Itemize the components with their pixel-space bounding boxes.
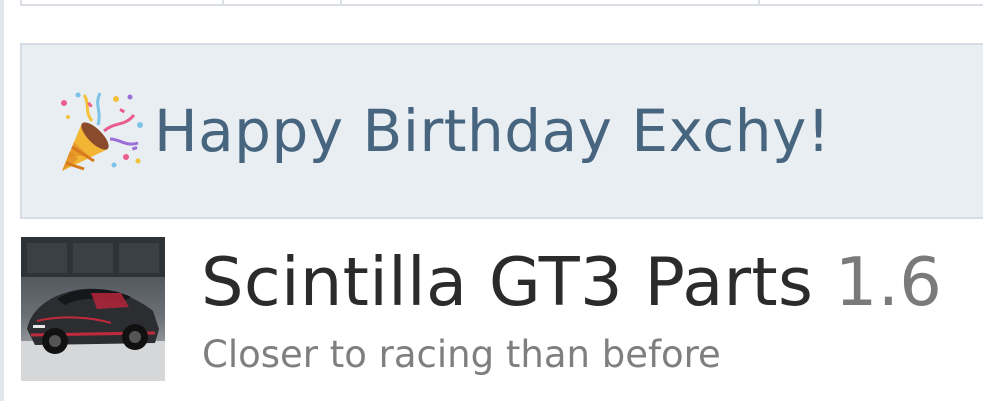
tab-strip	[20, 0, 983, 6]
resource-header: Scintilla GT3 Parts 1.6 Closer to racing…	[21, 237, 983, 387]
race-car-thumbnail	[21, 237, 165, 381]
resource-thumbnail[interactable]	[21, 237, 165, 381]
resource-version: 1.6	[834, 243, 943, 321]
left-border	[0, 0, 4, 401]
party-popper-icon	[61, 92, 143, 171]
page: Happy Birthday Exchy! Scintilla GT3 Part…	[0, 0, 983, 401]
tab-divider	[340, 0, 342, 4]
tab-divider	[758, 0, 760, 4]
resource-title: Scintilla GT3 Parts 1.6	[201, 243, 942, 321]
birthday-banner: Happy Birthday Exchy!	[20, 43, 983, 219]
tab-divider	[222, 0, 224, 4]
banner-text: Happy Birthday Exchy!	[154, 97, 831, 165]
resource-tagline: Closer to racing than before	[202, 333, 721, 376]
resource-name: Scintilla GT3 Parts	[201, 243, 814, 321]
